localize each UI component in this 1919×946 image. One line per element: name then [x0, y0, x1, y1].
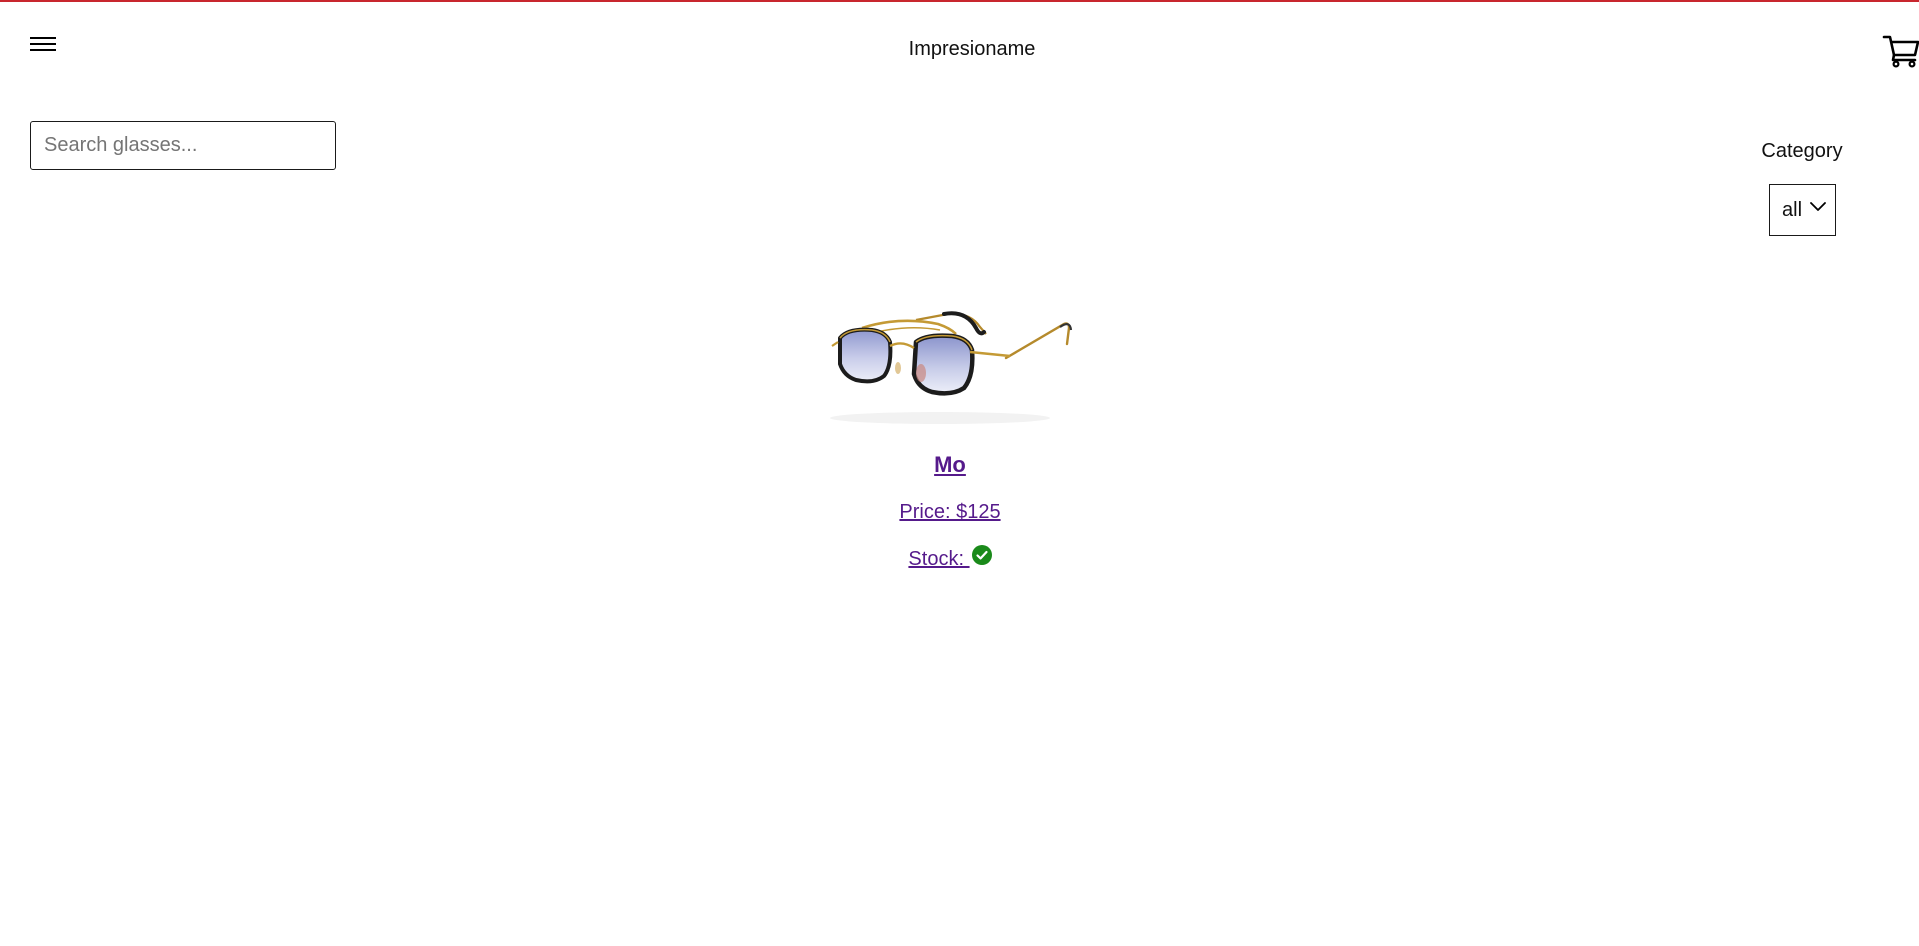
category-selected-value: all: [1782, 199, 1803, 221]
stock-label: Stock:: [908, 548, 964, 570]
category-select[interactable]: all: [1769, 184, 1836, 236]
product-price-link[interactable]: Price: $125: [899, 501, 1000, 523]
product-name-link[interactable]: Mo: [934, 452, 966, 477]
chevron-down-icon: [1810, 202, 1826, 211]
search-input[interactable]: [30, 121, 336, 170]
in-stock-check-icon: [971, 545, 992, 565]
aviator-sunglasses-image[interactable]: [820, 272, 1080, 432]
product-card: Mo Price: $125 Stock:: [820, 272, 1080, 582]
category-label: Category: [1761, 140, 1843, 162]
site-title: Impresioname: [908, 38, 1036, 60]
top-accent-bar: [0, 0, 1919, 2]
product-stock-link[interactable]: Stock:: [908, 545, 992, 570]
shopping-cart-icon[interactable]: [1882, 32, 1919, 68]
